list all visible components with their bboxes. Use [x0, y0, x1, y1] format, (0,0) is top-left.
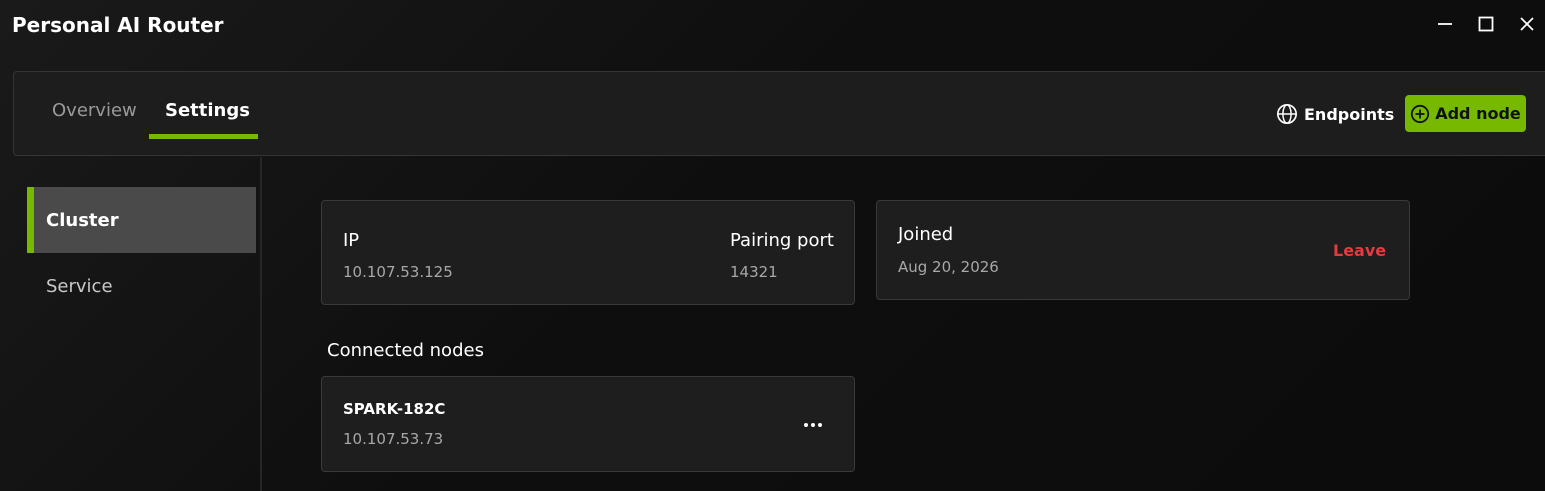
- joined-date: Aug 20, 2026: [898, 258, 999, 276]
- close-icon: [1520, 17, 1534, 31]
- joined-label: Joined: [898, 224, 954, 245]
- ip-label: IP: [343, 230, 360, 251]
- app-window: Personal AI Router Overview Settings End…: [0, 0, 1545, 491]
- ip-card: IP 10.107.53.125 Pairing port 14321: [321, 200, 855, 305]
- minimize-icon: [1438, 23, 1452, 25]
- node-name: SPARK-182C: [343, 400, 446, 418]
- node-ip: 10.107.53.73: [343, 430, 444, 448]
- maximize-button[interactable]: [1471, 10, 1501, 38]
- ip-value: 10.107.53.125: [343, 263, 453, 281]
- globe-icon: [1277, 104, 1297, 124]
- app-title: Personal AI Router: [12, 13, 224, 37]
- maximize-icon: [1478, 16, 1494, 32]
- leave-button[interactable]: Leave: [1333, 241, 1386, 260]
- pairing-port-value: 14321: [730, 263, 778, 281]
- joined-card: Joined Aug 20, 2026 Leave: [876, 200, 1410, 300]
- sidebar-item-service[interactable]: Service: [27, 253, 256, 319]
- sidebar-item-cluster[interactable]: Cluster: [27, 187, 256, 253]
- connected-nodes-title: Connected nodes: [327, 340, 484, 361]
- endpoints-label: Endpoints: [1304, 104, 1395, 124]
- endpoints-button[interactable]: Endpoints: [1276, 100, 1394, 128]
- node-card: SPARK-182C 10.107.53.73: [321, 376, 855, 472]
- minimize-button[interactable]: [1430, 10, 1460, 38]
- add-node-label: Add node: [1435, 104, 1521, 123]
- tab-settings[interactable]: Settings: [165, 100, 250, 121]
- header-bar: Overview Settings Endpoints Add node: [13, 71, 1545, 156]
- pairing-port-label: Pairing port: [730, 230, 834, 251]
- tab-overview[interactable]: Overview: [52, 100, 137, 121]
- sidebar-divider: [260, 157, 262, 491]
- plus-circle-icon: [1411, 104, 1430, 123]
- active-tab-indicator: [149, 134, 258, 139]
- add-node-button[interactable]: Add node: [1405, 95, 1526, 132]
- more-horizontal-icon: [804, 423, 822, 427]
- node-more-button[interactable]: [800, 415, 826, 435]
- close-button[interactable]: [1512, 10, 1542, 38]
